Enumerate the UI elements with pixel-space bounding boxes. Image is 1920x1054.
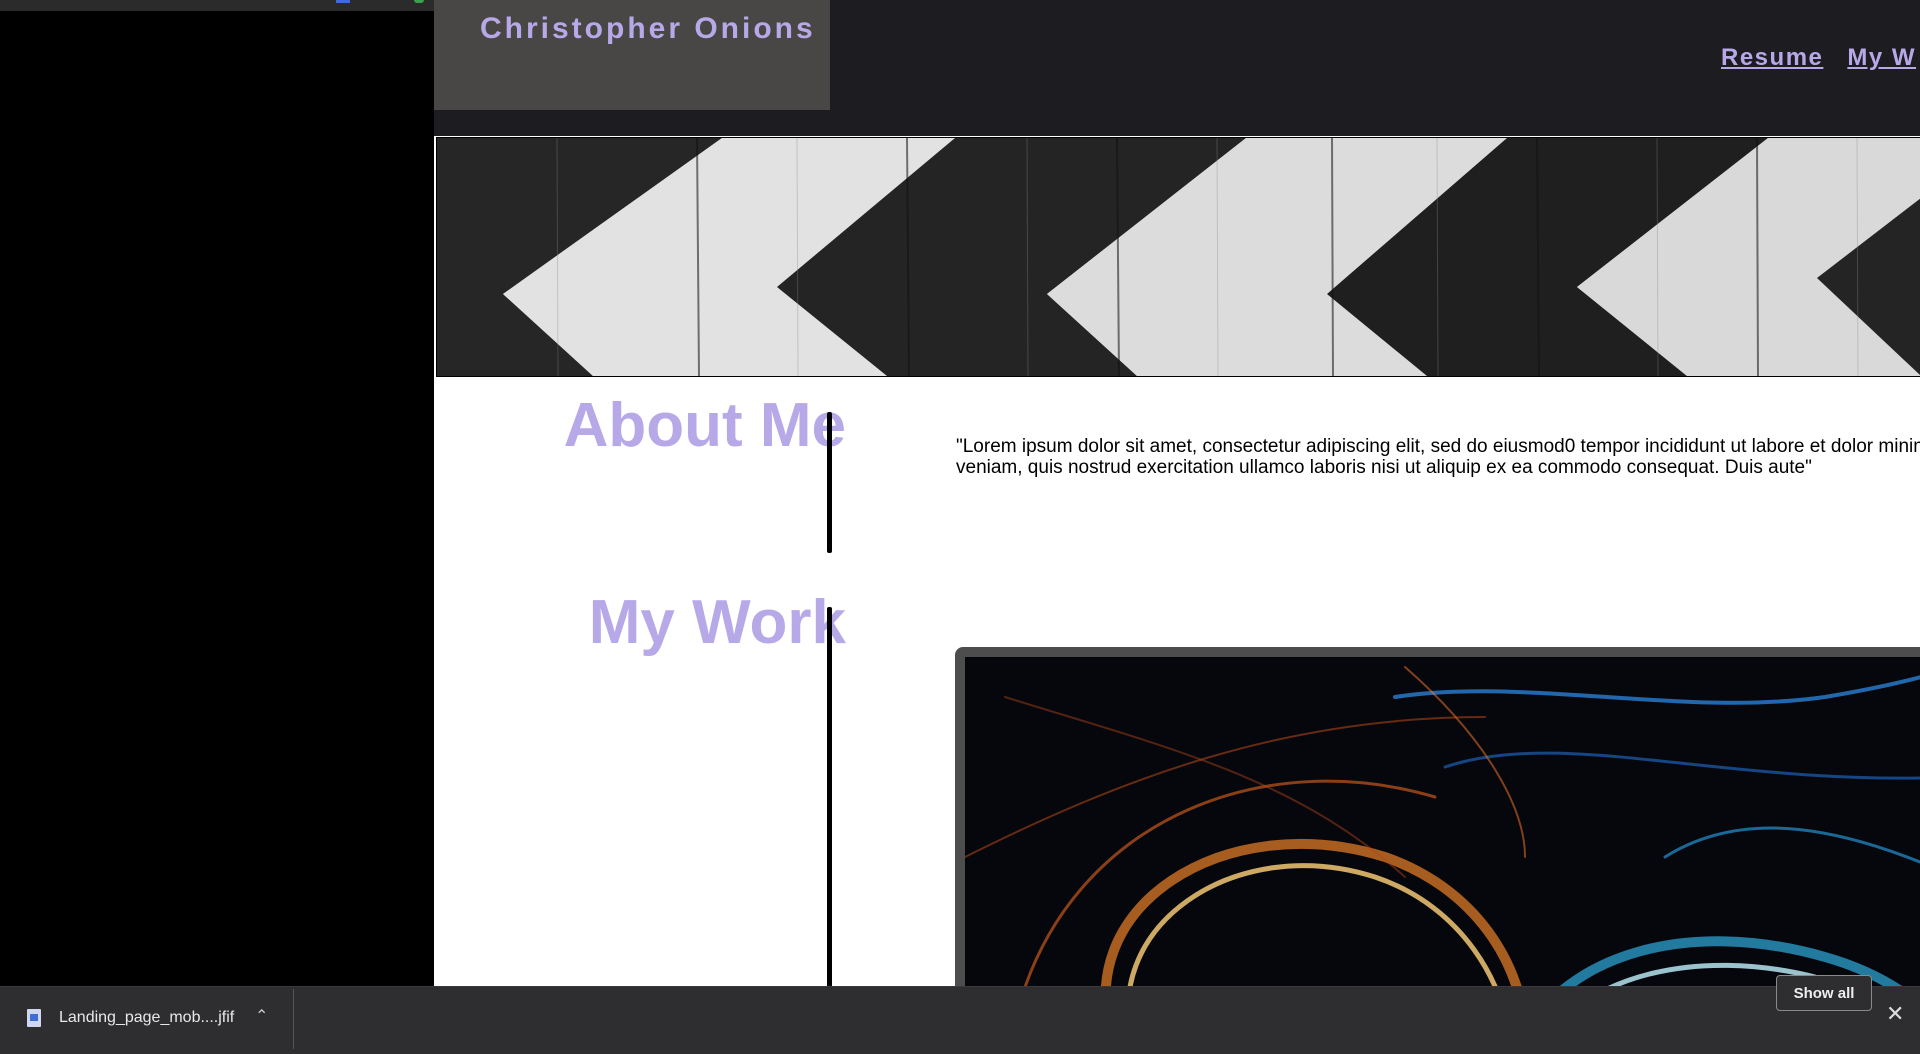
chevron-up-icon[interactable]: ⌃ — [255, 1006, 268, 1026]
left-black-panel — [0, 0, 434, 986]
site-header: Christopher Onions Resume My W — [434, 0, 1920, 136]
top-strip — [0, 0, 434, 11]
divider — [293, 989, 294, 1049]
about-text: "Lorem ipsum dolor sit amet, consectetur… — [956, 436, 1920, 478]
about-me-heading: About Me — [563, 391, 846, 460]
work-image-frame[interactable] — [955, 647, 1920, 986]
flame-swirl-image — [965, 657, 1920, 986]
my-work-heading: My Work — [588, 588, 846, 657]
nav-link-resume[interactable]: Resume — [1721, 44, 1823, 71]
green-circle-icon — [414, 0, 424, 3]
web-page: Christopher Onions Resume My W About Me … — [434, 0, 1920, 986]
chevron-pattern-image — [437, 138, 1920, 376]
about-divider — [827, 412, 832, 553]
site-name-box: Christopher Onions — [434, 0, 830, 110]
show-all-button[interactable]: Show all — [1776, 975, 1872, 1011]
blue-tab-icon — [336, 0, 350, 3]
nav-link-my-work[interactable]: My W — [1847, 44, 1916, 71]
site-name: Christopher Onions — [480, 12, 816, 45]
download-file-name[interactable]: Landing_page_mob....jfif — [59, 1009, 234, 1027]
downloads-bar: Landing_page_mob....jfif ⌃ ✕ — [0, 986, 1920, 1054]
main-nav: Resume My W — [1721, 44, 1920, 72]
work-divider — [827, 607, 832, 986]
close-icon[interactable]: ✕ — [1886, 1003, 1904, 1025]
banner-image — [436, 137, 1920, 377]
work-image — [965, 657, 1920, 986]
file-icon — [27, 1009, 41, 1027]
